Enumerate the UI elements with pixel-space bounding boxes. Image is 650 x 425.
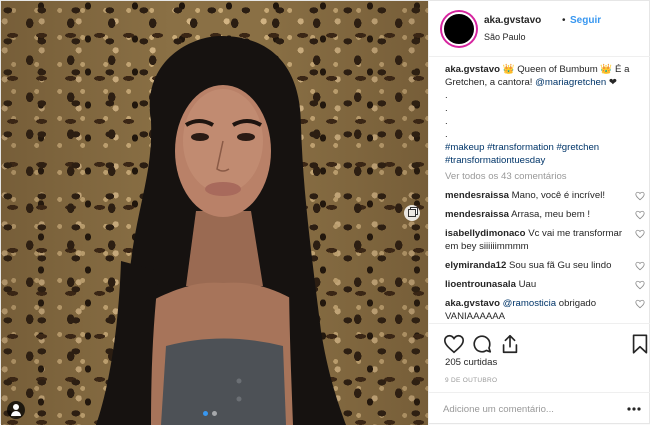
comment-row: mendesraissa Mano, você é incrível! bbox=[445, 189, 645, 202]
likes-count[interactable]: 205 curtidas bbox=[445, 357, 497, 368]
post-photo[interactable] bbox=[1, 1, 428, 425]
comment-like-icon[interactable] bbox=[635, 191, 645, 201]
comment-like-icon[interactable] bbox=[635, 280, 645, 290]
comment-username[interactable]: elymiranda12 bbox=[445, 260, 506, 271]
comment-username[interactable]: mendesraissa bbox=[445, 190, 509, 201]
comment-row: aka.gvstavo @ramosticia obrigado VANIAAA… bbox=[445, 297, 645, 323]
header-separator: • bbox=[562, 15, 566, 26]
add-comment-bar bbox=[429, 392, 650, 425]
caption-dot: . bbox=[445, 129, 448, 140]
comment-username[interactable]: lioentrounasala bbox=[445, 279, 516, 290]
comment-row: mendesraissa Arrasa, meu bem ! bbox=[445, 208, 645, 221]
share-icon[interactable] bbox=[499, 333, 521, 355]
bookmark-icon[interactable] bbox=[629, 333, 650, 355]
avatar[interactable] bbox=[442, 12, 476, 46]
comment-text: Uau bbox=[518, 279, 537, 290]
carousel-dots[interactable] bbox=[203, 411, 217, 416]
post-sidebar: aka.gvstavo • Seguir São Paulo aka.gvsta… bbox=[428, 1, 650, 425]
carousel-icon bbox=[404, 205, 420, 221]
comment-text: Arrasa, meu bem ! bbox=[511, 209, 591, 220]
location-link[interactable]: São Paulo bbox=[484, 32, 526, 42]
view-all-comments-link[interactable]: Ver todos os 43 comentários bbox=[445, 170, 645, 183]
post-date: 9 DE OUTUBRO bbox=[445, 377, 498, 384]
comment-username[interactable]: mendesraissa bbox=[445, 209, 509, 220]
comments-section: aka.gvstavo 👑 Queen of Bumbum 👑 É a Gret… bbox=[445, 63, 645, 323]
caption-dot: . bbox=[445, 116, 448, 127]
comment-like-icon[interactable] bbox=[635, 261, 645, 271]
caption-username[interactable]: aka.gvstavo bbox=[445, 64, 500, 75]
comment-row: lioentrounasala Uau bbox=[445, 278, 645, 291]
comment-like-icon[interactable] bbox=[635, 229, 645, 239]
carousel-dot bbox=[212, 411, 217, 416]
comment-like-icon[interactable] bbox=[635, 299, 645, 309]
instagram-post: aka.gvstavo • Seguir São Paulo aka.gvsta… bbox=[0, 0, 650, 425]
caption-dot: . bbox=[445, 103, 448, 114]
carousel-dot-active bbox=[203, 411, 208, 416]
caption-hashtags[interactable]: #makeup #transformation #gretchen #trans… bbox=[445, 142, 599, 166]
caption-heart: ❤ bbox=[608, 77, 617, 88]
follow-button[interactable]: Seguir bbox=[570, 15, 601, 26]
more-options-icon[interactable] bbox=[627, 407, 641, 411]
comment-row: isabellydimonaco Vc vai me transformar e… bbox=[445, 227, 645, 253]
comment-text: Sou sua fã Gu seu lindo bbox=[509, 260, 612, 271]
user-tag-icon[interactable] bbox=[7, 401, 25, 419]
header-username[interactable]: aka.gvstavo bbox=[484, 15, 541, 26]
comment-text: Mano, você é incrível! bbox=[511, 190, 605, 201]
caption-dot: . bbox=[445, 90, 448, 101]
portrait-illustration bbox=[96, 36, 346, 425]
comment-username[interactable]: isabellydimonaco bbox=[445, 228, 526, 239]
post-header: aka.gvstavo • Seguir São Paulo bbox=[429, 1, 650, 57]
post-caption: aka.gvstavo 👑 Queen of Bumbum 👑 É a Gret… bbox=[445, 63, 645, 167]
caption-mention[interactable]: @mariagretchen bbox=[535, 77, 606, 88]
comment-row: elymiranda12 Sou sua fã Gu seu lindo bbox=[445, 259, 645, 272]
heart-icon[interactable] bbox=[443, 333, 465, 355]
comment-icon[interactable] bbox=[471, 333, 493, 355]
comment-mention[interactable]: @ramosticia bbox=[503, 298, 556, 309]
comment-input[interactable] bbox=[443, 401, 613, 417]
comment-username[interactable]: aka.gvstavo bbox=[445, 298, 500, 309]
comment-like-icon[interactable] bbox=[635, 210, 645, 220]
